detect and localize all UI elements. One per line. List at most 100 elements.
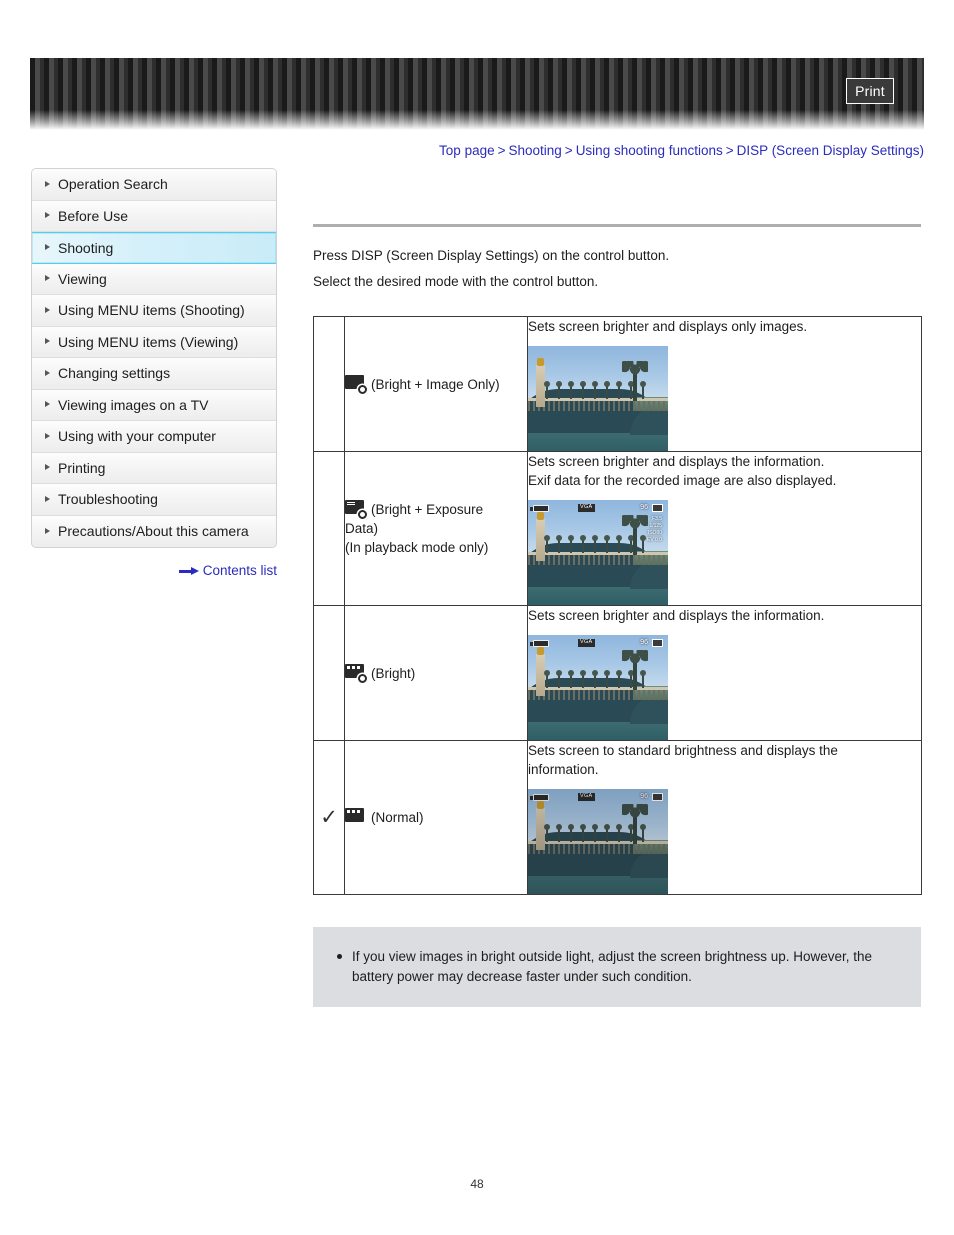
sidebar-item-label: Troubleshooting [58,491,158,507]
thumb-lamp [580,535,586,553]
thumb-lamp [568,535,574,553]
triangle-right-icon [45,401,50,408]
selected-mode-cell: ✓ [313,740,345,895]
thumb-lamp [592,381,598,399]
mode-name: (Bright) [371,665,416,681]
breadcrumb-item-disp[interactable]: DISP (Screen Display Settings) [737,143,924,158]
thumb-lamp [580,381,586,399]
triangle-right-icon [45,244,50,251]
breadcrumb-item-top-page[interactable]: Top page [439,143,495,158]
mode-label-wrapper: (Normal) [345,808,527,827]
disp-normal-icon [345,808,367,825]
check-icon: ✓ [320,805,338,829]
thumb-lamp [604,535,610,553]
sidebar-item-viewing-images-on-a-tv[interactable]: Viewing images on a TV [32,389,276,421]
battery-icon [530,794,549,801]
thumb-statue [622,515,648,555]
sidebar-item-printing[interactable]: Printing [32,452,276,484]
description-line: Sets screen to standard brightness and d… [528,743,838,758]
sidebar-item-viewing[interactable]: Viewing [32,263,276,295]
memory-card-icon [652,504,663,512]
thumb-lamp [544,535,550,553]
sidebar-item-using-menu-items-shooting[interactable]: Using MENU items (Shooting) [32,295,276,327]
sidebar-item-changing-settings[interactable]: Changing settings [32,358,276,390]
triangle-right-icon [45,338,50,345]
sample-screen-thumbnail: VGA 96 [528,789,668,894]
description-cell: Sets screen brighter and displays only i… [527,316,922,452]
mode-cell: (Bright + Image Only) [344,316,528,452]
description-line: Exif data for the recorded image are als… [528,473,837,488]
main-content: Press DISP (Screen Display Settings) on … [313,168,922,1007]
thumb-lamp [544,381,550,399]
mode-cell: (Bright) [344,605,528,741]
note-box: If you view images in bright outside lig… [313,927,921,1007]
sidebar-item-using-menu-items-viewing[interactable]: Using MENU items (Viewing) [32,326,276,358]
sidebar-item-label: Shooting [58,240,114,256]
exif-line: ISO80 [647,530,662,536]
description-line: information. [528,762,599,777]
sidebar-item-label: Viewing images on a TV [58,396,209,413]
sun-icon [358,673,367,683]
shot-count-label: 96 [640,504,648,511]
shot-count-label: 96 [640,639,648,646]
table-row: ✓ (Normal) Sets screen to standard brightn… [313,740,922,895]
sidebar-item-label: Changing settings [58,365,171,381]
disp-modes-table: (Bright + Image Only) Sets screen brighte… [313,316,922,895]
triangle-right-icon [45,275,50,282]
thumb-statue [622,650,648,690]
print-button[interactable]: Print [846,78,894,104]
sun-icon [358,384,367,394]
thumb-lamp [556,535,562,553]
thumb-lamp [592,824,598,842]
thumb-lamp [604,381,610,399]
thumb-lamp [568,670,574,688]
thumb-statue [622,804,648,844]
content-divider [313,224,921,227]
thumb-lamp [580,824,586,842]
image-size-badge: VGA [578,639,595,647]
thumb-lamp [568,824,574,842]
breadcrumb: Top page > Shooting > Using shooting functio… [0,143,924,158]
mode-cell: (Bright + Exposure Data) (In playback mode… [344,451,528,606]
sidebar-item-label: Viewing [58,270,107,287]
exif-data-overlay: F3.5 1/125 ISO80 EV 0.0 [647,516,662,544]
thumb-lamp [580,670,586,688]
mode-label-wrapper: (Bright + Image Only) [345,374,527,394]
sidebar-item-troubleshooting[interactable]: Troubleshooting [32,484,276,516]
breadcrumb-separator: > [497,143,506,158]
intro-line-1: Press DISP (Screen Display Settings) on … [313,248,670,263]
thumb-lamp [592,670,598,688]
description-cell: Sets screen brighter and displays the in… [527,605,922,741]
triangle-right-icon [45,527,50,534]
thumb-lamp [616,535,622,553]
breadcrumb-item-using-shooting-functions[interactable]: Using shooting functions [576,143,723,158]
contents-list-link[interactable]: Contents list [31,563,277,578]
sidebar-item-precautions-about-this-camera[interactable]: Precautions/About this camera [32,515,276,547]
thumb-lamp [604,670,610,688]
thumb-lamp [616,824,622,842]
triangle-right-icon [45,432,50,439]
exif-line: F3.5 [651,516,662,522]
sidebar-item-label: Using MENU items (Shooting) [58,302,245,318]
breadcrumb-item-shooting[interactable]: Shooting [509,143,562,158]
sidebar-item-using-with-your-computer[interactable]: Using with your computer [32,421,276,453]
description-cell: Sets screen brighter and displays the in… [527,451,922,606]
breadcrumb-separator: > [725,143,734,158]
mode-name: (Bright + Exposure [371,502,484,517]
sample-screen-thumbnail [528,346,668,451]
triangle-right-icon [45,306,50,313]
sidebar-item-label: Precautions/About this camera [58,522,249,539]
sidebar-item-operation-search[interactable]: Operation Search [32,169,276,201]
sidebar-item-label: Printing [58,459,106,476]
mode-name-continued: Data) [345,521,379,536]
sidebar-item-shooting[interactable]: Shooting [32,232,276,264]
thumb-column [536,358,545,407]
sidebar-item-before-use[interactable]: Before Use [32,200,276,232]
battery-icon [530,505,549,512]
sidebar-item-label: Using MENU items (Viewing) [58,333,239,350]
memory-card-icon [652,639,663,647]
sidebar: Operation Search Before Use Shooting Viewin… [31,168,277,548]
exif-line: 1/125 [649,523,662,529]
thumb-balustrade [528,554,668,565]
thumb-lamp [604,824,610,842]
